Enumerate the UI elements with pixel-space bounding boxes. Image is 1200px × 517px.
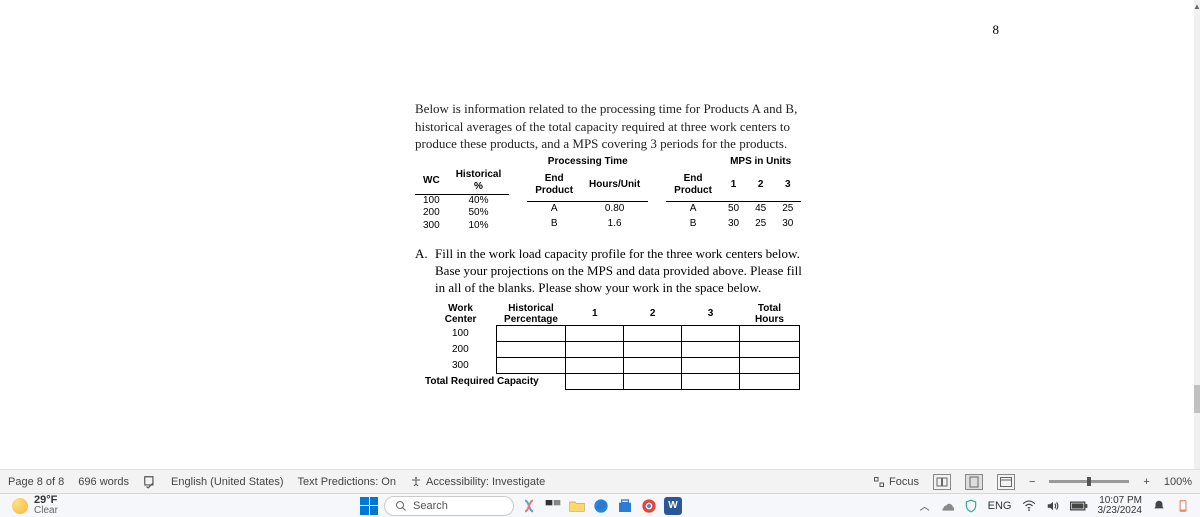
table-row: 10040% — [415, 194, 509, 207]
windows-taskbar: 29°F Clear Search W ︿ ENG 10:07 PM 3/23/… — [0, 493, 1200, 517]
notifications-icon[interactable] — [1152, 499, 1166, 513]
start-button[interactable] — [360, 497, 378, 515]
col-hist: Historical % — [448, 169, 510, 195]
question-label: A. — [415, 246, 428, 263]
scrollbar-thumb[interactable] — [1194, 385, 1200, 413]
wc-historical-table: WCHistorical % 10040% 20050% 30010% — [415, 169, 509, 233]
status-page[interactable]: Page 8 of 8 — [8, 476, 64, 488]
proc-group: Processing Time — [527, 155, 648, 170]
weather-icon — [12, 498, 28, 514]
web-layout-button[interactable] — [997, 474, 1015, 490]
intro-paragraph: Below is information related to the proc… — [415, 100, 825, 153]
ws-col-2: 2 — [624, 303, 682, 326]
tray-datetime[interactable]: 10:07 PM 3/23/2024 — [1098, 496, 1143, 516]
explorer-icon[interactable] — [568, 497, 586, 515]
zoom-slider[interactable] — [1049, 480, 1129, 483]
table-row: A504525 — [666, 201, 801, 217]
col-end-product: End Product — [666, 170, 720, 201]
search-icon — [395, 500, 407, 512]
col-end-product: End Product — [527, 170, 581, 201]
question-text: Fill in the work load capacity profile f… — [435, 246, 802, 295]
copilot-icon[interactable] — [520, 497, 538, 515]
col-wc: WC — [415, 169, 448, 195]
ws-col-hp: Historical Percentage — [496, 303, 566, 326]
task-view-icon[interactable] — [544, 497, 562, 515]
tray-language[interactable]: ENG — [988, 500, 1012, 512]
word-status-bar: Page 8 of 8 696 words English (United St… — [0, 469, 1200, 493]
focus-icon — [873, 476, 885, 488]
question-a: A. Fill in the work load capacity profil… — [415, 246, 815, 297]
ws-col-3: 3 — [682, 303, 740, 326]
onedrive-icon[interactable] — [940, 499, 954, 513]
col-hours-unit: Hours/Unit — [581, 170, 648, 201]
worksheet: Work Center Historical Percentage 1 2 3 … — [425, 303, 800, 390]
page-number: 8 — [993, 22, 1000, 38]
status-accessibility[interactable]: Accessibility: Investigate — [410, 476, 545, 488]
scroll-up-icon[interactable]: ▲ — [1193, 2, 1200, 11]
status-spellcheck[interactable] — [143, 475, 157, 489]
print-layout-button[interactable] — [965, 474, 983, 490]
ws-col-wc: Work Center — [425, 303, 496, 326]
taskbar-center: Search W — [360, 496, 682, 516]
table-row: B302530 — [666, 217, 801, 232]
edge-icon[interactable] — [592, 497, 610, 515]
vertical-scrollbar[interactable]: ▲ — [1194, 0, 1200, 469]
zoom-out-button[interactable]: − — [1029, 476, 1035, 488]
tray-chevron-icon[interactable]: ︿ — [920, 498, 930, 513]
volume-icon[interactable] — [1046, 500, 1060, 512]
zoom-level[interactable]: 100% — [1164, 476, 1192, 488]
table-row: 20050% — [415, 207, 509, 220]
zoom-slider-thumb[interactable] — [1087, 477, 1091, 486]
read-mode-button[interactable] — [933, 474, 951, 490]
system-tray: ︿ ENG 10:07 PM 3/23/2024 — [920, 496, 1200, 516]
table-row: 300 — [425, 357, 800, 373]
taskbar-weather[interactable]: 29°F Clear — [0, 495, 360, 516]
document-area[interactable]: 8 Below is information related to the pr… — [0, 0, 1194, 469]
taskbar-search[interactable]: Search — [384, 496, 514, 516]
phone-link-icon[interactable] — [1176, 499, 1190, 513]
weather-cond: Clear — [34, 506, 58, 516]
word-icon[interactable]: W — [664, 497, 682, 515]
table-row: A0.80 — [527, 201, 648, 217]
mps-group: MPS in Units — [720, 155, 801, 170]
page-content: Below is information related to the proc… — [0, 0, 1194, 430]
focus-mode-button[interactable]: Focus — [873, 476, 919, 488]
search-placeholder: Search — [413, 500, 448, 512]
security-icon[interactable] — [964, 499, 978, 513]
chrome-icon[interactable] — [640, 497, 658, 515]
print-layout-icon — [969, 476, 979, 488]
table-row-total: Total Required Capacity — [425, 373, 800, 389]
web-layout-icon — [1000, 477, 1012, 487]
mps-table: MPS in Units End Product123 A504525 B302… — [666, 155, 801, 233]
spellcheck-icon — [143, 475, 157, 489]
status-text-predictions[interactable]: Text Predictions: On — [298, 476, 396, 488]
table-row: B1.6 — [527, 217, 648, 232]
accessibility-icon — [410, 476, 422, 488]
ws-col-1: 1 — [566, 303, 624, 326]
table-row: 100 — [425, 325, 800, 341]
wifi-icon[interactable] — [1022, 500, 1036, 512]
battery-icon[interactable] — [1070, 500, 1088, 512]
status-word-count[interactable]: 696 words — [78, 476, 129, 488]
status-language[interactable]: English (United States) — [171, 476, 284, 488]
ws-col-total: Total Hours — [739, 303, 799, 326]
table-row: 30010% — [415, 220, 509, 233]
zoom-in-button[interactable]: + — [1143, 476, 1149, 488]
data-tables-row: WCHistorical % 10040% 20050% 30010% Proc… — [415, 155, 800, 233]
store-icon[interactable] — [616, 497, 634, 515]
read-mode-icon — [936, 477, 948, 487]
table-row: 200 — [425, 341, 800, 357]
processing-time-table: Processing Time End ProductHours/Unit A0… — [527, 155, 648, 233]
